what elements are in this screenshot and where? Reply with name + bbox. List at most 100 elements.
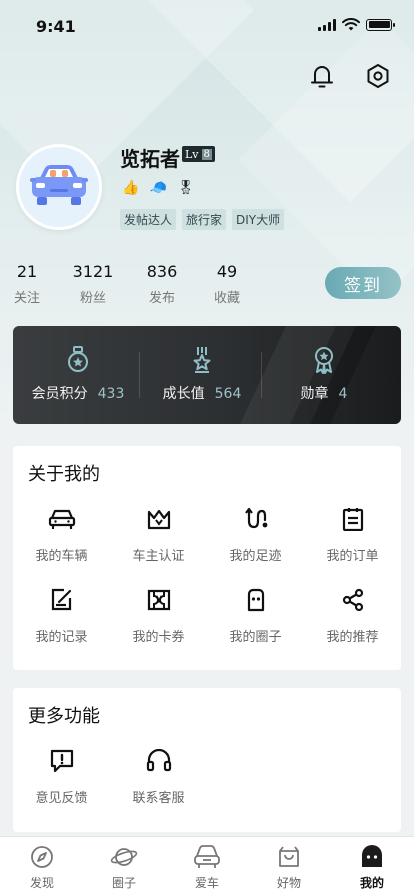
my-records-item[interactable]: 我的记录 bbox=[13, 587, 110, 645]
tab-me[interactable]: 我的 bbox=[342, 843, 402, 891]
grid-item-label: 我的圈子 bbox=[229, 630, 282, 645]
shopping-bag-icon bbox=[279, 846, 299, 867]
cap-icon: 🧢 bbox=[149, 180, 167, 196]
signal-icon bbox=[318, 18, 336, 31]
stat-favorites[interactable]: 49 收藏 bbox=[208, 262, 246, 306]
my-coupons-item[interactable]: 我的卡券 bbox=[110, 587, 207, 645]
grid-item-label: 我的记录 bbox=[35, 630, 88, 645]
checkin-button[interactable]: 签到 bbox=[325, 267, 401, 299]
member-card: 会员积分 433 成长值 564 勋章 4 bbox=[13, 326, 401, 424]
achievement-emojis: 👍 🧢 🎖 bbox=[122, 180, 195, 196]
status-time: 9:41 bbox=[36, 17, 76, 36]
my-vehicles-item[interactable]: 我的车辆 bbox=[13, 506, 110, 564]
tab-label: 发现 bbox=[29, 876, 54, 890]
notification-bell-button[interactable] bbox=[308, 62, 336, 90]
more-features-panel: 更多功能 意见反馈 联系客服 bbox=[13, 688, 401, 832]
status-bar: 9:41 bbox=[0, 0, 414, 50]
growth-star-icon bbox=[193, 347, 211, 373]
feedback-item[interactable]: 意见反馈 bbox=[13, 748, 110, 806]
status-icons bbox=[318, 18, 395, 31]
level-prefix: Lv bbox=[185, 147, 199, 161]
section-title: 关于我的 bbox=[28, 464, 100, 485]
edit-note-icon bbox=[51, 588, 71, 611]
share-icon bbox=[342, 588, 363, 612]
grid-item-label: 意见反馈 bbox=[35, 791, 88, 806]
car-front-icon bbox=[194, 845, 220, 868]
customer-service-item[interactable]: 联系客服 bbox=[110, 748, 207, 806]
member-points-item[interactable]: 会员积分 433 bbox=[17, 326, 139, 424]
settings-button[interactable] bbox=[364, 62, 392, 90]
stat-value: 3121 bbox=[72, 262, 114, 281]
member-card-value: 564 bbox=[214, 386, 242, 402]
circle-group-icon bbox=[247, 588, 264, 612]
avatar-car-icon bbox=[30, 165, 88, 205]
clipboard-icon bbox=[342, 508, 363, 531]
thumbs-up-icon: 👍 bbox=[122, 180, 140, 196]
owner-certification-item[interactable]: 车主认证 bbox=[110, 506, 207, 564]
stat-followers[interactable]: 3121 粉丝 bbox=[70, 262, 116, 306]
feedback-icon bbox=[50, 749, 73, 773]
bottom-tab-bar: 发现 圈子 爱车 好物 我的 bbox=[0, 836, 414, 896]
grid-item-label: 我的订单 bbox=[326, 549, 379, 564]
user-tag: DIY大师 bbox=[232, 209, 285, 230]
divider bbox=[139, 352, 140, 398]
compass-icon bbox=[31, 846, 53, 868]
user-tags: 发帖达人 旅行家 DIY大师 bbox=[120, 209, 285, 230]
top-actions bbox=[308, 62, 392, 90]
grid-item-label: 我的足迹 bbox=[229, 549, 282, 564]
member-card-value: 433 bbox=[97, 386, 125, 402]
user-tag: 旅行家 bbox=[182, 209, 227, 230]
profile-face-icon bbox=[362, 845, 382, 867]
stat-label: 收藏 bbox=[213, 291, 240, 306]
stat-label: 粉丝 bbox=[79, 291, 106, 306]
member-card-value: 4 bbox=[338, 386, 348, 402]
tab-circles[interactable]: 圈子 bbox=[94, 843, 154, 891]
stat-value: 49 bbox=[216, 262, 238, 281]
my-orders-item[interactable]: 我的订单 bbox=[304, 506, 401, 564]
my-circles-item[interactable]: 我的圈子 bbox=[207, 587, 304, 645]
stat-label: 发布 bbox=[148, 291, 175, 306]
member-card-label: 成长值 bbox=[162, 386, 205, 402]
level-number: 8 bbox=[201, 148, 212, 160]
badge-ribbon-icon bbox=[315, 347, 333, 374]
headset-icon bbox=[146, 749, 171, 772]
section-title: 更多功能 bbox=[28, 706, 100, 727]
grid-item-label: 我的卡券 bbox=[132, 630, 185, 645]
about-me-panel: 关于我的 我的车辆 车主认证 我的足迹 我的订单 我的记录 我的卡券 我的圈子 … bbox=[13, 446, 401, 670]
battery-icon bbox=[366, 18, 395, 31]
tab-my-car[interactable]: 爱车 bbox=[177, 843, 237, 891]
stat-value: 21 bbox=[16, 262, 38, 281]
coupon-icon bbox=[147, 589, 170, 611]
tab-label: 好物 bbox=[276, 876, 301, 890]
settings-hexagon-icon bbox=[367, 64, 389, 88]
tab-label: 我的 bbox=[359, 876, 384, 890]
medal-icon bbox=[68, 346, 88, 372]
car-icon bbox=[48, 509, 75, 529]
tab-label: 爱车 bbox=[194, 876, 219, 890]
medal-emoji-icon: 🎖 bbox=[176, 180, 195, 196]
tab-shop[interactable]: 好物 bbox=[259, 843, 319, 891]
stats-row: 21 关注 3121 粉丝 836 发布 49 收藏 bbox=[0, 262, 260, 306]
stat-value: 836 bbox=[146, 262, 178, 281]
stat-posts[interactable]: 836 发布 bbox=[142, 262, 182, 306]
badges-item[interactable]: 勋章 4 bbox=[263, 326, 385, 424]
growth-value-item[interactable]: 成长值 564 bbox=[141, 326, 263, 424]
user-nickname: 览拓者 bbox=[120, 147, 180, 171]
stat-label: 关注 bbox=[13, 291, 40, 306]
tab-discover[interactable]: 发现 bbox=[12, 843, 72, 891]
route-icon bbox=[244, 507, 267, 529]
divider bbox=[261, 352, 262, 398]
member-card-label: 勋章 bbox=[300, 386, 329, 402]
crown-icon bbox=[147, 509, 170, 530]
member-card-label: 会员积分 bbox=[31, 386, 88, 402]
planet-icon bbox=[110, 848, 138, 866]
wifi-icon bbox=[342, 18, 360, 31]
grid-item-label: 我的车辆 bbox=[35, 549, 88, 564]
avatar[interactable] bbox=[16, 144, 102, 230]
my-recommendations-item[interactable]: 我的推荐 bbox=[304, 587, 401, 645]
stat-following[interactable]: 21 关注 bbox=[8, 262, 46, 306]
grid-item-label: 我的推荐 bbox=[326, 630, 379, 645]
tab-label: 圈子 bbox=[111, 876, 136, 890]
bell-icon bbox=[311, 66, 333, 88]
my-footprints-item[interactable]: 我的足迹 bbox=[207, 506, 304, 564]
